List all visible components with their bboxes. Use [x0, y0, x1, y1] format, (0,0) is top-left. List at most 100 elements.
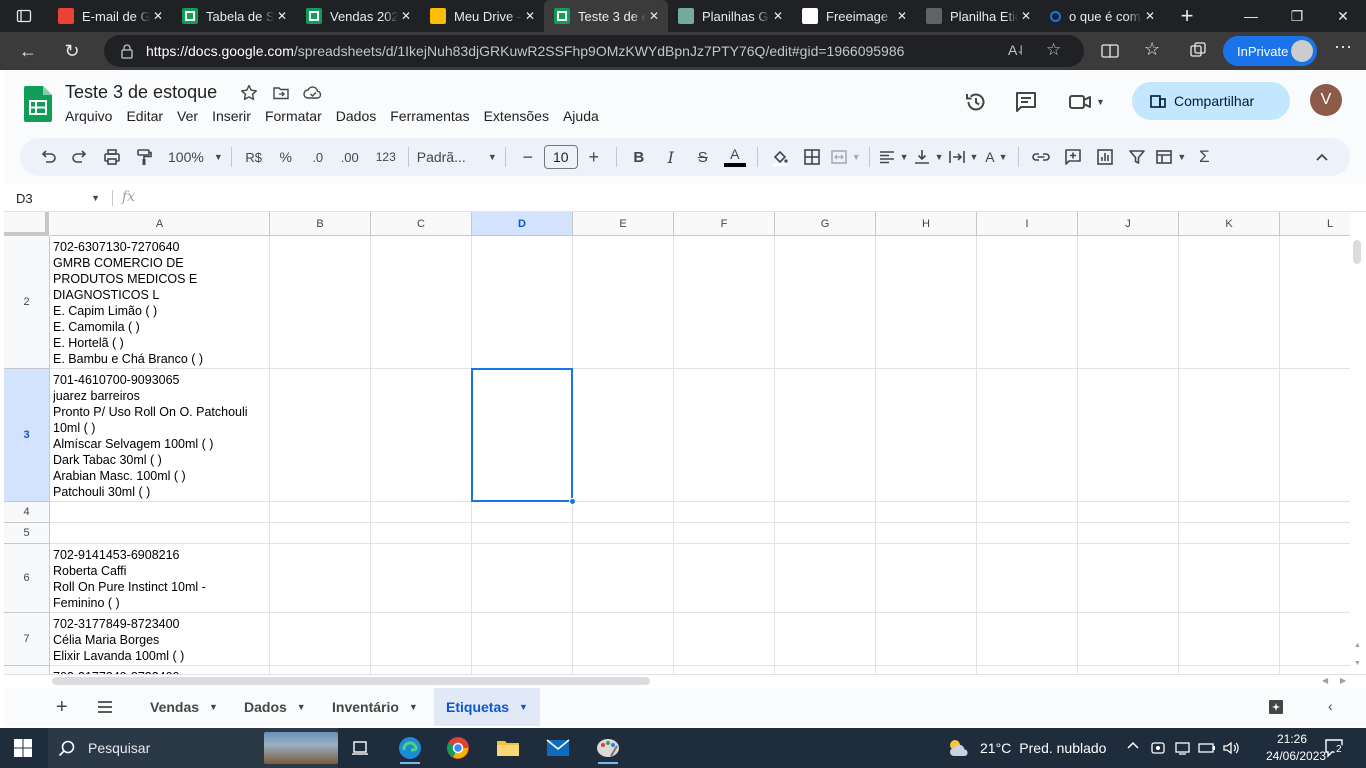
functions-icon[interactable]: Σ — [1190, 143, 1218, 171]
row-header[interactable]: 2 — [4, 236, 50, 369]
browser-tab[interactable]: Tabela de Sheets✕ — [172, 0, 296, 32]
menu-item[interactable]: Ver — [170, 108, 205, 124]
chrome-icon[interactable] — [438, 732, 478, 764]
font-size-input[interactable]: 10 — [543, 145, 578, 169]
menu-item[interactable]: Arquivo — [58, 108, 119, 124]
cell-a[interactable]: 702-6307130-7270640 GMRB COMERCIO DE PRODU… — [53, 239, 271, 367]
strikethrough-icon[interactable]: S — [689, 143, 717, 171]
star-icon[interactable] — [240, 84, 258, 102]
share-button[interactable]: Compartilhar — [1132, 82, 1290, 120]
favorites-icon[interactable]: ☆ — [1144, 39, 1164, 59]
italic-icon[interactable]: I — [657, 143, 685, 171]
close-window-button[interactable]: ✕ — [1320, 0, 1366, 32]
sheet-tab[interactable]: Dados ▼ — [232, 688, 318, 726]
column-header[interactable]: E — [573, 212, 674, 236]
font-select[interactable]: Padrã... ▼ — [417, 143, 497, 171]
all-sheets-icon[interactable] — [96, 699, 114, 715]
sheets-logo-icon[interactable] — [24, 86, 52, 122]
user-avatar[interactable]: V — [1310, 84, 1342, 116]
horizontal-scroll-thumb[interactable] — [52, 677, 650, 685]
text-rotation-icon[interactable]: A ▼ — [982, 143, 1010, 171]
notifications-icon[interactable]: 2 — [1324, 738, 1346, 758]
menu-item[interactable]: Ferramentas — [383, 108, 476, 124]
close-tab-icon[interactable]: ✕ — [894, 8, 910, 24]
horizontal-align-icon[interactable]: ▼ — [878, 143, 909, 171]
close-tab-icon[interactable]: ✕ — [770, 8, 786, 24]
show-hidden-icons-icon[interactable] — [1126, 739, 1140, 753]
text-wrapping-icon[interactable]: ▼ — [948, 143, 978, 171]
browser-tab[interactable]: E-mail de Gmail✕ — [48, 0, 172, 32]
column-header[interactable]: B — [270, 212, 371, 236]
minimize-button[interactable]: — — [1228, 0, 1274, 32]
row-header[interactable]: 7 — [4, 613, 50, 666]
vertical-scrollbar[interactable]: ▲ ▼ — [1350, 212, 1366, 674]
spreadsheet-grid[interactable]: A B C D E F G H I J K L 2 702-6307130-7270640 GMRB COM… — [4, 212, 1350, 674]
more-formats-button[interactable]: 123 — [372, 143, 400, 171]
redo-icon[interactable] — [66, 143, 94, 171]
text-color-icon[interactable]: A — [721, 143, 749, 171]
row-header[interactable]: 6 — [4, 544, 50, 613]
row-header[interactable]: 8 — [4, 666, 50, 674]
close-tab-icon[interactable]: ✕ — [1018, 8, 1034, 24]
chevron-down-icon[interactable]: ▼ — [209, 702, 218, 712]
edge-browser-icon[interactable] — [390, 732, 430, 764]
insert-link-icon[interactable] — [1027, 143, 1055, 171]
meet-now-icon[interactable] — [1150, 740, 1166, 756]
task-view-icon[interactable] — [340, 732, 380, 764]
column-header[interactable]: G — [775, 212, 876, 236]
column-header[interactable]: F — [674, 212, 775, 236]
filter-icon[interactable] — [1123, 143, 1151, 171]
menu-item[interactable]: Dados — [329, 108, 383, 124]
column-header[interactable]: H — [876, 212, 977, 236]
cell-a[interactable]: 702-3177849-8723400 Célia Maria Borges Eli… — [53, 616, 271, 664]
undo-icon[interactable] — [34, 143, 62, 171]
paint-icon[interactable] — [588, 732, 628, 764]
browser-tab[interactable]: o que é com ✕ — [1040, 0, 1164, 32]
fill-color-icon[interactable] — [766, 143, 794, 171]
increase-decimal-button[interactable]: .00 — [336, 143, 364, 171]
close-tab-icon[interactable]: ✕ — [646, 8, 662, 24]
back-button[interactable]: ← — [10, 35, 46, 67]
decrease-decimal-button[interactable]: .0 — [304, 143, 332, 171]
scroll-up-icon[interactable]: ▲ — [1354, 642, 1361, 649]
chevron-down-icon[interactable]: ▼ — [519, 702, 528, 712]
menu-item[interactable]: Extensões — [477, 108, 556, 124]
file-explorer-icon[interactable] — [488, 732, 528, 764]
menu-item[interactable]: Editar — [119, 108, 170, 124]
network-icon[interactable] — [1174, 740, 1192, 756]
refresh-button[interactable]: ↻ — [54, 35, 90, 67]
percent-format-button[interactable]: % — [272, 143, 300, 171]
browser-tab[interactable]: Freeimage ✕ — [792, 0, 916, 32]
column-header[interactable]: C — [371, 212, 472, 236]
close-tab-icon[interactable]: ✕ — [274, 8, 290, 24]
collections-icon[interactable] — [1188, 41, 1208, 61]
close-tab-icon[interactable]: ✕ — [398, 8, 414, 24]
sheet-tab[interactable]: Etiquetas ▼ — [434, 688, 540, 726]
tab-actions-icon[interactable] — [0, 0, 48, 32]
menu-item[interactable]: Ajuda — [556, 108, 606, 124]
mail-icon[interactable] — [538, 732, 578, 764]
name-box[interactable]: D3 ▼ — [4, 184, 104, 212]
explore-icon[interactable] — [1268, 699, 1284, 715]
version-history-icon[interactable] — [964, 90, 988, 114]
favorite-star-icon[interactable]: ☆ — [1046, 40, 1061, 60]
selected-cell[interactable] — [471, 368, 573, 502]
comments-icon[interactable] — [1014, 90, 1038, 114]
move-folder-icon[interactable] — [272, 84, 290, 102]
close-tab-icon[interactable]: ✕ — [150, 8, 166, 24]
borders-icon[interactable] — [798, 143, 826, 171]
split-screen-icon[interactable] — [1100, 41, 1120, 61]
chevron-down-icon[interactable]: ▼ — [409, 702, 418, 712]
cell-a[interactable]: 701-4610700-9093065 juarez barreiros Pront… — [53, 372, 271, 500]
add-sheet-button[interactable]: + — [56, 696, 68, 719]
column-header[interactable]: I — [977, 212, 1078, 236]
scroll-right-icon[interactable]: ▶ — [1340, 676, 1346, 685]
paint-format-icon[interactable] — [130, 143, 158, 171]
column-header[interactable]: A — [50, 212, 270, 236]
url-field[interactable]: https://docs.google.com/spreadsheets/d/1… — [104, 35, 1084, 67]
filter-views-icon[interactable]: ▼ — [1155, 143, 1186, 171]
volume-icon[interactable] — [1222, 740, 1240, 756]
row-header[interactable]: 5 — [4, 523, 50, 544]
menu-item[interactable]: Inserir — [205, 108, 258, 124]
read-aloud-icon[interactable]: A˨ — [1008, 42, 1023, 58]
